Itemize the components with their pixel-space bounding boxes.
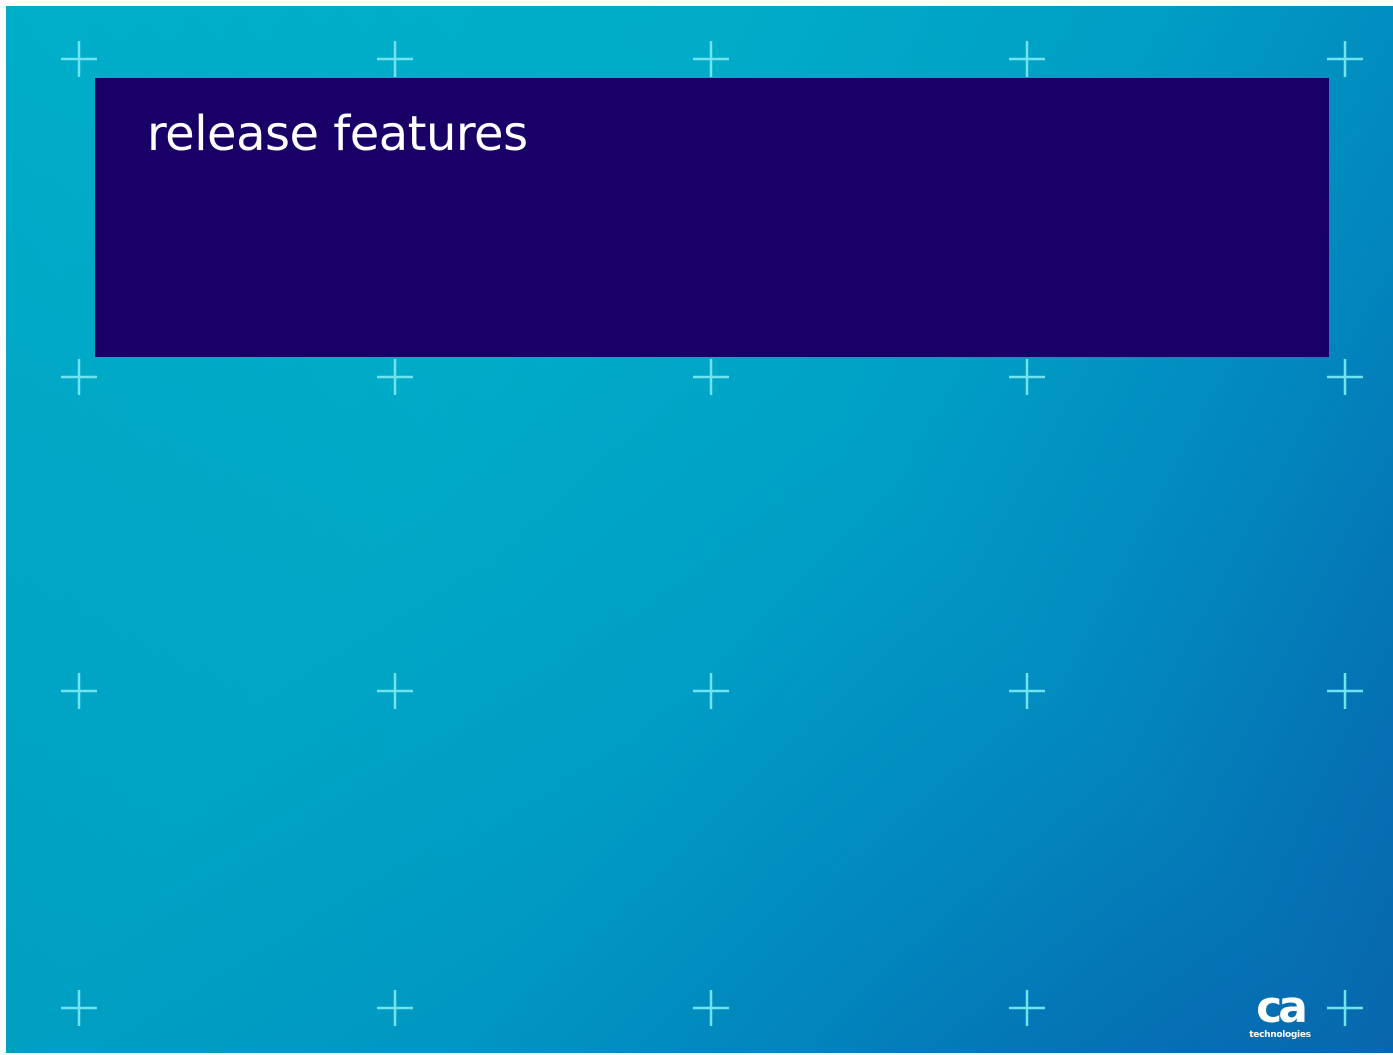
cross-mark <box>61 41 97 77</box>
cross-mark <box>693 359 729 395</box>
cross-mark <box>693 41 729 77</box>
cross-mark <box>1009 359 1045 395</box>
cross-mark <box>1009 673 1045 709</box>
logo-mark: ca <box>1256 982 1308 1033</box>
cross-mark <box>1327 990 1363 1026</box>
cross-mark <box>1009 990 1045 1026</box>
cross-mark <box>1327 673 1363 709</box>
title-placeholder[interactable]: release features <box>95 78 1329 357</box>
cross-mark <box>1327 41 1363 77</box>
cross-mark <box>693 990 729 1026</box>
cross-mark <box>1009 41 1045 77</box>
cross-mark <box>693 673 729 709</box>
cross-mark <box>377 41 413 77</box>
cross-mark <box>377 990 413 1026</box>
cross-mark <box>61 990 97 1026</box>
cross-mark <box>61 359 97 395</box>
cross-mark <box>1327 359 1363 395</box>
cross-mark <box>61 673 97 709</box>
slide-canvas: release features ca technologies <box>6 6 1393 1053</box>
slide-title[interactable]: release features <box>147 108 528 161</box>
cross-mark <box>377 359 413 395</box>
cross-mark <box>377 673 413 709</box>
logo-subtitle: technologies <box>1249 1030 1311 1040</box>
ca-technologies-logo: ca technologies <box>1244 986 1316 1048</box>
